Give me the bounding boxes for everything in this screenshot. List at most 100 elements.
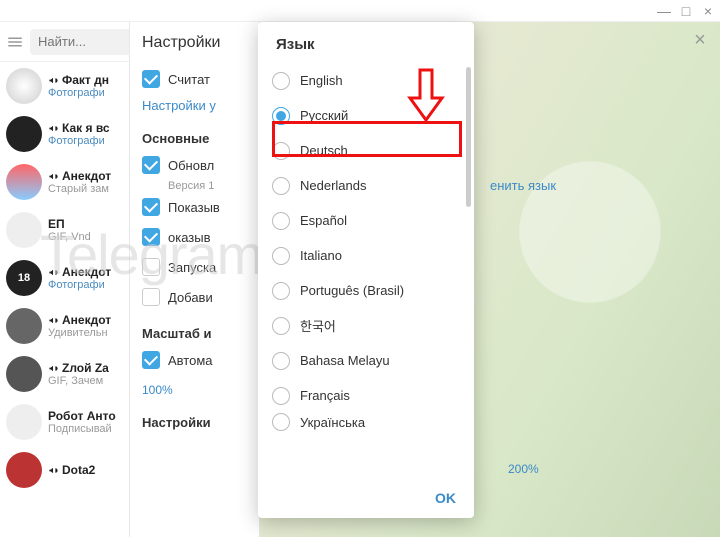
update-row[interactable]: Обновл [142,150,247,180]
show1-row[interactable]: Показыв [142,192,247,222]
change-language-link[interactable]: енить язык [490,178,556,193]
update-label: Обновл [168,158,214,173]
hamburger-icon [6,33,24,51]
checkbox-checked-icon[interactable] [142,351,160,369]
language-label: Italiano [300,248,342,263]
chat-preview: GIF, Vnd [48,231,123,243]
section-main: Основные [142,117,247,150]
language-option[interactable]: 한국어 [272,308,460,343]
language-label: Français [300,388,350,403]
avatar [6,308,42,344]
show1-label: Показыв [168,200,220,215]
radio-selected-icon[interactable] [272,107,290,125]
radio-icon[interactable] [272,282,290,300]
ok-button[interactable]: OK [435,490,456,506]
megaphone-icon [48,465,59,476]
language-option[interactable]: Português (Brasil) [272,273,460,308]
window-titlebar: — □ × [0,0,720,22]
notification-settings-link[interactable]: Настройки у [142,94,247,117]
checkbox-checked-icon[interactable] [142,228,160,246]
launch-label: Запуска [168,260,216,275]
count-media-label: Считат [168,72,210,87]
language-option[interactable]: Español [272,203,460,238]
avatar [6,212,42,248]
language-option[interactable]: Українська [272,413,460,431]
annotation-arrow-icon [400,68,450,122]
language-label: Bahasa Melayu [300,353,390,368]
checkbox-checked-icon[interactable] [142,198,160,216]
language-label: Українська [300,415,365,430]
chat-item[interactable]: Как я всФотографи [0,110,129,158]
scrollbar-thumb[interactable] [466,67,471,207]
version-label: Версия 1 [142,180,247,192]
section-notif2: Настройки [142,397,247,434]
language-label: Русский [300,108,348,123]
megaphone-icon [48,171,59,182]
count-media-row[interactable]: Считат [142,64,247,94]
checkbox-checked-icon[interactable] [142,156,160,174]
avatar [6,452,42,488]
chat-name: Как я вс [48,121,123,135]
checkbox-checked-icon[interactable] [142,70,160,88]
avatar [6,404,42,440]
chat-item[interactable]: АнекдотСтарый зам [0,158,129,206]
chat-preview: Фотографи [48,279,123,291]
language-label: Español [300,213,347,228]
chat-list: Факт днФотографиКак я всФотографиАнекдот… [0,62,129,494]
avatar [6,356,42,392]
megaphone-icon [48,267,59,278]
chat-item[interactable]: ЕПGIF, Vnd [0,206,129,254]
language-option[interactable]: Italiano [272,238,460,273]
megaphone-icon [48,315,59,326]
settings-close-button[interactable]: × [688,28,712,52]
zoom-100[interactable]: 100% [142,383,173,397]
language-label: Deutsch [300,143,348,158]
chat-item[interactable]: 18АнекдотФотографи [0,254,129,302]
radio-icon[interactable] [272,212,290,230]
chat-item[interactable]: АнекдотУдивительн [0,302,129,350]
settings-title: Настройки [130,22,259,64]
radio-icon[interactable] [272,142,290,160]
chat-preview: Фотографи [48,87,123,99]
chat-item[interactable]: Факт днФотографи [0,62,129,110]
auto-scale-label: Автома [168,353,213,368]
language-option[interactable]: Deutsch [272,133,460,168]
chat-preview: Старый зам [48,183,123,195]
checkbox-unchecked-icon[interactable] [142,258,160,276]
chat-item[interactable]: Робот АнтоПодписывай [0,398,129,446]
minimize-button[interactable]: — [658,5,670,17]
show2-label: оказыв [168,230,211,245]
language-option[interactable]: Nederlands [272,168,460,203]
chat-item[interactable]: Dota2 [0,446,129,494]
chat-name: ЕП [48,217,123,231]
radio-icon[interactable] [272,413,290,431]
maximize-button[interactable]: □ [680,5,692,17]
background-flower [500,142,680,322]
sidebar: Факт днФотографиКак я всФотографиАнекдот… [0,22,130,537]
radio-icon[interactable] [272,72,290,90]
zoom-200[interactable]: 200% [508,462,539,476]
megaphone-icon [48,123,59,134]
avatar [6,68,42,104]
chat-name: Анекдот [48,313,123,327]
language-dialog-title: Язык [258,22,474,63]
language-option[interactable]: Bahasa Melayu [272,343,460,378]
show2-row[interactable]: оказыв [142,222,247,252]
chat-item[interactable]: Zлой ZaGIF, Зачем [0,350,129,398]
radio-icon[interactable] [272,387,290,405]
radio-icon[interactable] [272,317,290,335]
language-option[interactable]: Français [272,378,460,413]
chat-name: Робот Анто [48,409,123,423]
menu-button[interactable] [6,29,24,55]
auto-scale-row[interactable]: Автома [142,345,247,375]
checkbox-unchecked-icon[interactable] [142,288,160,306]
language-label: English [300,73,343,88]
radio-icon[interactable] [272,247,290,265]
chat-name: Факт дн [48,73,123,87]
radio-icon[interactable] [272,177,290,195]
search-input[interactable] [30,29,130,55]
add-row[interactable]: Добави [142,282,247,312]
close-window-button[interactable]: × [702,5,714,17]
radio-icon[interactable] [272,352,290,370]
launch-row[interactable]: Запуска [142,252,247,282]
